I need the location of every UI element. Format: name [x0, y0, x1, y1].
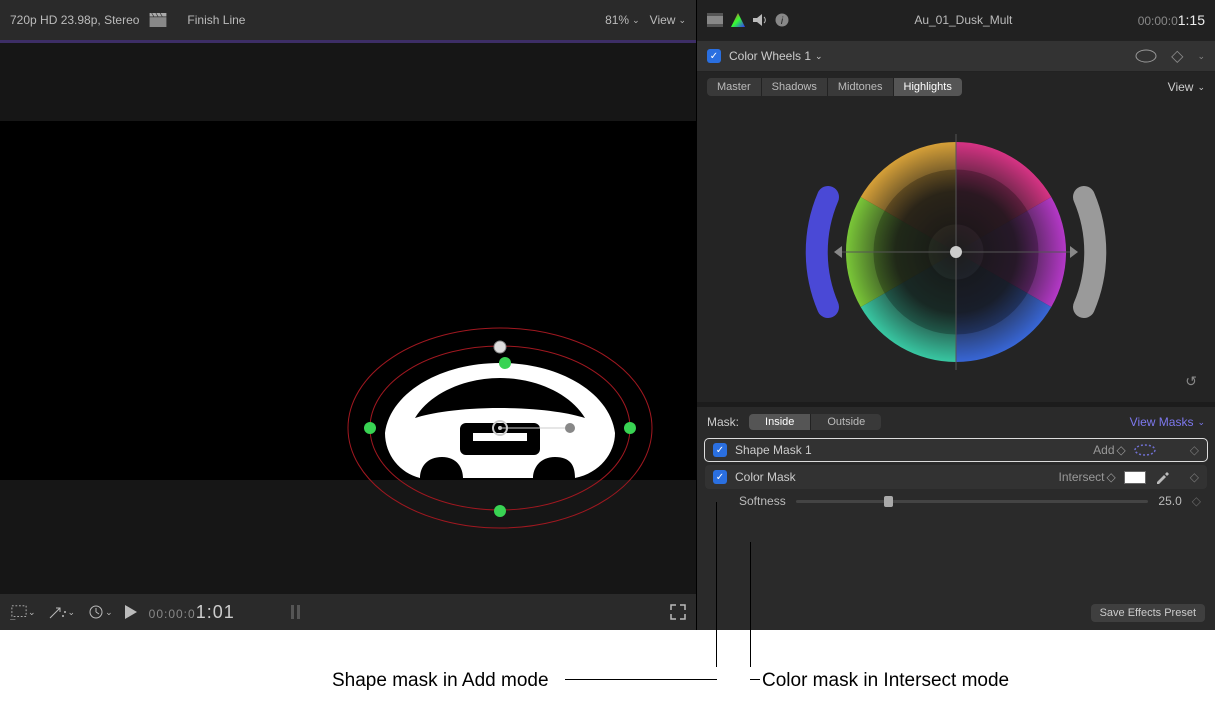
shape-mask-overlay[interactable] — [345, 323, 655, 533]
tab-master[interactable]: Master — [707, 78, 762, 96]
play-button-icon[interactable] — [125, 605, 137, 619]
audio-meter-icon[interactable] — [289, 603, 303, 621]
callout-line — [716, 502, 717, 667]
save-effects-preset-button[interactable]: Save Effects Preset — [1091, 604, 1205, 622]
callouts: Shape mask in Add mode Color mask in Int… — [0, 632, 1215, 702]
chevron-down-icon: ⌄ — [632, 15, 640, 26]
callout-color: Color mask in Intersect mode — [762, 670, 1009, 692]
color-inspector-icon[interactable] — [731, 13, 745, 27]
callout-shape: Shape mask in Add mode — [332, 670, 549, 692]
mask-mode-label: Add — [1093, 443, 1114, 457]
effect-name: Color Wheels 1 — [729, 49, 811, 63]
mask-mode-label: Intersect — [1059, 470, 1105, 484]
transport-bar: ⌄ ⌄ ⌄ 00:00:01:01 — [0, 594, 696, 630]
color-wheel-area[interactable]: ↺ — [697, 102, 1215, 402]
clapperboard-icon[interactable] — [149, 13, 167, 27]
keyframe-diamond-icon[interactable]: ◇ — [1192, 494, 1201, 508]
softness-slider[interactable] — [796, 500, 1149, 503]
retime-tool-icon[interactable]: ⌄ — [87, 604, 113, 620]
timecode-prefix: 00:00:0 — [149, 607, 196, 621]
effect-header-row: ✓ Color Wheels 1 ⌄ ◇ ⌄ — [697, 40, 1215, 72]
tone-range-tabs: Master Shadows Midtones Highlights — [707, 78, 962, 96]
mask-mode-select[interactable]: Add ◇ — [1093, 443, 1126, 457]
chevron-down-icon: ⌄ — [815, 51, 823, 62]
view-label: View — [1168, 80, 1194, 94]
viewer-toolbar: 720p HD 23.98p, Stereo Finish Line 81%⌄ … — [0, 0, 696, 40]
inspector-header: i Au_01_Dusk_Mult 00:00:01:15 — [697, 0, 1215, 40]
mask-enabled-checkbox[interactable]: ✓ — [713, 443, 727, 457]
mask-item-color[interactable]: ✓ Color Mask Intersect ◇ ◇ — [705, 465, 1207, 489]
fullscreen-icon[interactable] — [670, 604, 686, 620]
wheel-tabs-row: Master Shadows Midtones Highlights View⌄ — [697, 72, 1215, 102]
mask-mode-select[interactable]: Intersect ◇ — [1059, 470, 1116, 484]
effect-enabled-checkbox[interactable]: ✓ — [707, 49, 721, 63]
softness-row: Softness 25.0 ◇ — [697, 491, 1215, 514]
zoom-select[interactable]: 81%⌄ — [605, 13, 640, 27]
mask-inside[interactable]: Inside — [749, 414, 811, 430]
viewer-view-select[interactable]: View⌄ — [650, 13, 686, 27]
app-frame: 720p HD 23.98p, Stereo Finish Line 81% ⌄ … — [0, 0, 1215, 630]
view-masks-link[interactable]: View Masks⌄ — [1130, 415, 1205, 429]
chevron-down-icon: ⌄ — [1197, 82, 1205, 93]
keyframe-diamond-icon[interactable]: ◇ — [1171, 46, 1183, 66]
inspector-clip-title: Au_01_Dusk_Mult — [797, 13, 1130, 27]
chevron-down-icon: ⌄ — [678, 15, 686, 26]
chevron-down-icon: ⌄ — [105, 607, 113, 618]
mask-item-name: Shape Mask 1 — [735, 443, 812, 457]
chevron-down-icon: ⌄ — [28, 607, 36, 618]
chevron-down-icon: ⌄ — [1197, 417, 1205, 428]
audio-inspector-icon[interactable] — [753, 13, 767, 27]
softness-label: Softness — [739, 494, 786, 508]
inspector-view-menu[interactable]: View⌄ — [1168, 80, 1205, 94]
viewer-panel: 720p HD 23.98p, Stereo Finish Line 81% ⌄ … — [0, 0, 697, 630]
tab-midtones[interactable]: Midtones — [828, 78, 894, 96]
eyedropper-icon[interactable] — [1154, 469, 1170, 485]
mask-item-shape[interactable]: ✓ Shape Mask 1 Add ◇ ◇ — [705, 439, 1207, 461]
color-swatch[interactable] — [1124, 471, 1146, 484]
format-label: 720p HD 23.98p, Stereo — [10, 13, 139, 27]
tab-shadows[interactable]: Shadows — [762, 78, 828, 96]
callout-line — [750, 679, 760, 680]
video-inspector-icon[interactable] — [707, 13, 723, 27]
clip-name: Finish Line — [177, 13, 595, 27]
view-masks-label: View Masks — [1130, 415, 1194, 429]
inspector-panel: i Au_01_Dusk_Mult 00:00:01:15 ✓ Color Wh… — [697, 0, 1215, 630]
callout-line — [565, 679, 717, 680]
chevron-down-icon[interactable]: ⌄ — [1197, 51, 1205, 62]
inspector-footer: Save Effects Preset — [697, 596, 1215, 630]
chevron-down-icon: ⌄ — [68, 607, 76, 618]
viewer-canvas[interactable] — [0, 43, 696, 594]
mask-inside-outside: Inside Outside — [749, 414, 881, 430]
current-timecode: 00:00:01:01 — [149, 602, 235, 623]
info-inspector-icon[interactable]: i — [775, 13, 789, 27]
mask-outside[interactable]: Outside — [811, 414, 881, 430]
stepper-icon: ◇ — [1107, 470, 1116, 484]
softness-value: 25.0 — [1158, 494, 1181, 508]
view-label: View — [650, 13, 676, 27]
stepper-icon: ◇ — [1117, 443, 1126, 457]
crop-tool-icon[interactable]: ⌄ — [10, 604, 36, 620]
duration-prefix: 00:00:0 — [1138, 14, 1178, 28]
duration-suffix: 1:15 — [1178, 12, 1205, 28]
mask-label: Mask: — [707, 415, 739, 429]
tab-highlights[interactable]: Highlights — [894, 78, 962, 96]
zoom-value: 81% — [605, 13, 629, 27]
reset-icon[interactable]: ↺ — [1185, 373, 1197, 390]
effects-tool-icon[interactable]: ⌄ — [48, 604, 76, 620]
timecode-suffix: 1:01 — [196, 602, 235, 622]
mask-enabled-checkbox[interactable]: ✓ — [713, 470, 727, 484]
ellipse-icon[interactable] — [1134, 444, 1156, 456]
inspector-duration: 00:00:01:15 — [1138, 12, 1205, 28]
effect-name-dropdown[interactable]: Color Wheels 1 ⌄ — [729, 49, 823, 63]
keyframe-diamond-icon[interactable]: ◇ — [1190, 443, 1199, 457]
callout-line — [750, 542, 751, 667]
mask-item-name: Color Mask — [735, 470, 796, 484]
mask-row: Mask: Inside Outside View Masks⌄ — [697, 407, 1215, 437]
mask-shape-icon[interactable] — [1135, 49, 1157, 63]
keyframe-diamond-icon[interactable]: ◇ — [1190, 470, 1199, 484]
